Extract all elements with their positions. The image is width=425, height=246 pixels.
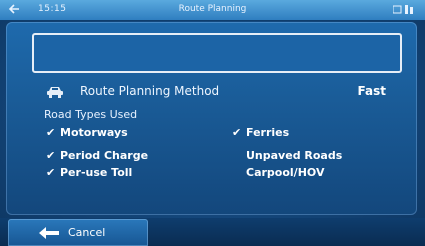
car-icon xyxy=(47,87,63,98)
road-type-unpaved-roads: Unpaved Roads xyxy=(246,149,343,162)
cancel-label: Cancel xyxy=(68,226,106,239)
status-bar: 15:15 Route Planning xyxy=(0,0,425,21)
checkmark-icon: ✔ xyxy=(46,126,56,139)
checkmark-icon: ✔ xyxy=(46,149,56,162)
screen-title: Route Planning xyxy=(178,4,247,14)
road-types-title: Road Types Used xyxy=(44,108,138,121)
road-type-carpool-hov: Carpool/HOV xyxy=(246,166,325,179)
route-method-label: Route Planning Method xyxy=(80,84,220,98)
road-type-motorways: ✔ Motorways xyxy=(46,126,128,139)
road-type-per-use-toll: ✔ Per-use Toll xyxy=(46,166,133,179)
status-icons xyxy=(393,5,413,14)
checkmark-icon: ✔ xyxy=(46,166,56,179)
route-method-value: Fast xyxy=(357,84,386,98)
checkmark-icon: ✔ xyxy=(232,126,242,139)
arrow-left-icon xyxy=(39,227,59,239)
route-summary-box[interactable] xyxy=(32,33,402,73)
road-type-ferries: ✔ Ferries xyxy=(232,126,290,139)
road-type-period-charge: ✔ Period Charge xyxy=(46,149,149,162)
route-method-row[interactable]: Route Planning Method Fast xyxy=(46,83,386,101)
cancel-button[interactable]: Cancel xyxy=(8,219,148,246)
